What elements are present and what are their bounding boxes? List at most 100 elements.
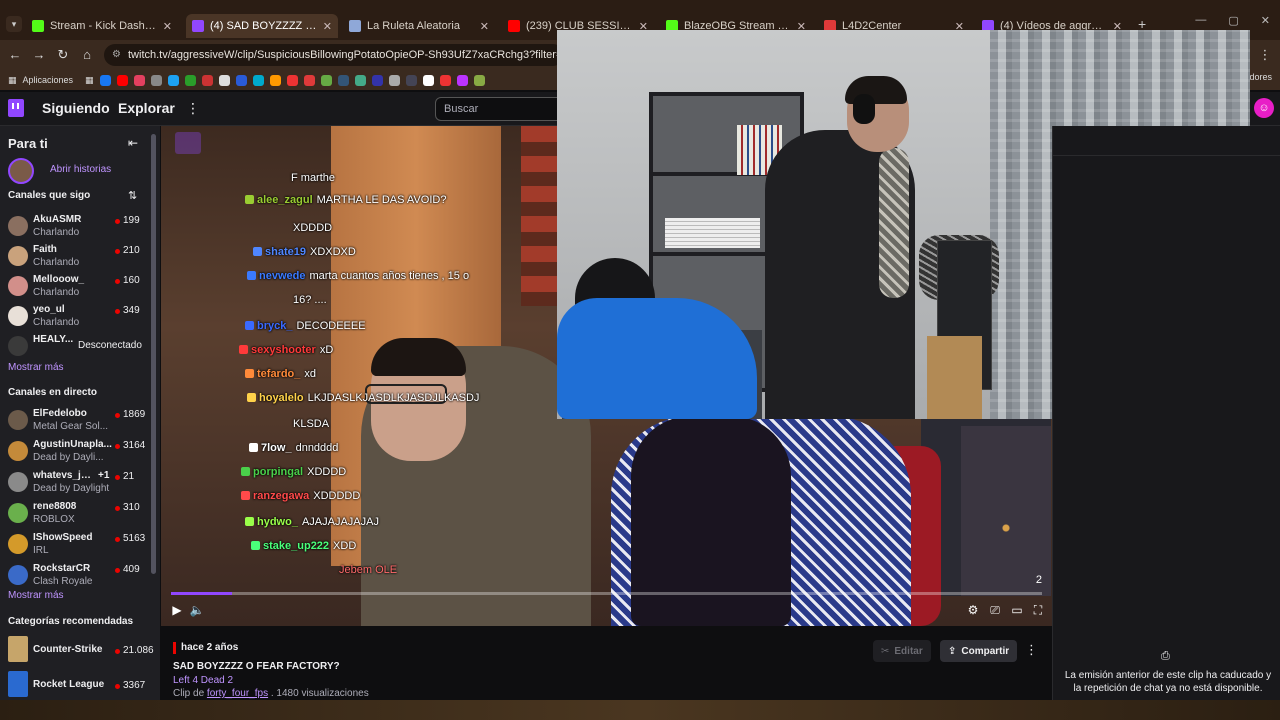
home-icon[interactable]: ⌂	[78, 46, 96, 64]
play-icon[interactable]: ▶	[169, 602, 185, 618]
story-avatar[interactable]	[8, 158, 34, 184]
search-input[interactable]: Buscar	[435, 97, 565, 121]
bookmark-icon[interactable]	[439, 74, 451, 86]
bookmark-instagram-icon[interactable]	[133, 74, 145, 86]
browser-menu-icon[interactable]: ⋮	[1256, 46, 1274, 64]
bookmark-icon[interactable]	[320, 74, 332, 86]
bookmark-facebook-icon[interactable]	[99, 74, 111, 86]
bookmark-icon[interactable]	[337, 74, 349, 86]
recommended-category[interactable]: Rocket League 3367	[8, 671, 154, 701]
chat-badge-icon	[241, 467, 250, 476]
overlay-chat-text: XDDDD	[293, 222, 333, 234]
bookmark-icon[interactable]	[235, 74, 247, 86]
chat-badge-icon	[247, 393, 256, 402]
nav-more-icon[interactable]: ⋮	[186, 100, 200, 117]
edit-clip-button[interactable]: ✂ Editar	[873, 640, 931, 662]
share-button[interactable]: ⇪ Compartir	[940, 640, 1018, 662]
overlay-chat-text: AJAJAJAJAJAJ	[301, 516, 379, 528]
bookmark-icon[interactable]	[201, 74, 213, 86]
apps-grid-icon[interactable]: ▦	[8, 75, 17, 86]
clip-views: . 1480 visualizaciones	[268, 688, 369, 699]
bookmark-icon[interactable]	[218, 74, 230, 86]
browser-tab[interactable]: Stream - Kick Dashboard ✕	[26, 14, 178, 38]
tab-search-icon[interactable]: ▾	[6, 16, 22, 32]
maximize-icon[interactable]: ▢	[1228, 14, 1238, 27]
minimize-icon[interactable]: —	[1195, 14, 1206, 27]
bookmark-icon[interactable]	[405, 74, 417, 86]
site-info-icon[interactable]: ⚙	[112, 44, 121, 66]
sidebar-live-channel[interactable]: rene8808 ROBLOX 310	[8, 499, 154, 529]
close-window-icon[interactable]: ✕	[1261, 14, 1270, 27]
reload-icon[interactable]: ↻	[54, 46, 72, 64]
back-icon[interactable]: ←	[6, 46, 24, 64]
bookmark-apps[interactable]: Aplicaciones	[23, 75, 74, 85]
cast-icon[interactable]: ⎚	[987, 602, 1003, 618]
bookmark-youtube-icon[interactable]	[116, 74, 128, 86]
more-options-icon[interactable]: ⋮	[1025, 642, 1038, 658]
theatre-mode-icon[interactable]: ▭	[1009, 602, 1025, 618]
bookmark-icon[interactable]	[388, 74, 400, 86]
channel-category: Charlando	[33, 317, 80, 328]
bookmark-icon[interactable]	[286, 74, 298, 86]
bookmark-grid-icon[interactable]: ▦	[85, 75, 94, 86]
browser-tab[interactable]: (4) SAD BOYZZZZ O FEAR FACTO ✕	[186, 14, 338, 38]
overlay-chat-text: 16? ....	[293, 294, 327, 306]
channel-category: Charlando	[33, 287, 80, 298]
clip-accent-bar	[173, 642, 176, 654]
bookmark-icon[interactable]	[422, 74, 434, 86]
tab-close-icon[interactable]: ✕	[163, 20, 172, 33]
channel-name: RockstarCR	[33, 563, 91, 574]
chat-badge-icon	[245, 195, 254, 204]
recommended-category[interactable]: Counter-Strike 21.086	[8, 636, 154, 666]
collapse-sidebar-icon[interactable]: ⇤	[128, 136, 138, 150]
url-bar[interactable]: ⚙ twitch.tv/aggressiveW/clip/SuspiciousB…	[104, 44, 564, 66]
user-avatar-icon[interactable]: ☺	[1254, 98, 1274, 118]
bookmark-icon[interactable]	[473, 74, 485, 86]
sidebar-live-channel[interactable]: IShowSpeed IRL 5163	[8, 530, 154, 560]
show-more-live[interactable]: Mostrar más	[8, 590, 64, 601]
sidebar-live-channel[interactable]: ElFedelobo Metal Gear Sol... 1869	[8, 406, 154, 436]
sort-icon[interactable]: ⇅	[128, 189, 137, 202]
sidebar-channel-offline[interactable]: HEALY... Desconectado	[8, 332, 154, 362]
overlay-chat-message: ranzegawa XDDDDD	[241, 490, 360, 502]
twitch-logo-icon[interactable]	[8, 99, 24, 117]
pip-person-arm	[879, 148, 909, 298]
nav-following[interactable]: Siguiendo	[42, 100, 110, 116]
browser-tab[interactable]: La Ruleta Aleatoria ✕	[343, 14, 495, 38]
sidebar-live-channel[interactable]: whatevs_jan... Dead by Daylight +1 21	[8, 468, 154, 498]
bookmark-icon[interactable]	[252, 74, 264, 86]
tab-close-icon[interactable]: ✕	[480, 20, 489, 33]
share-label: Compartir	[961, 645, 1010, 657]
show-more-followed[interactable]: Mostrar más	[8, 362, 64, 373]
bookmark-icon[interactable]	[303, 74, 315, 86]
sidebar-live-channel[interactable]: AgustinUnapla... Dead by Dayli... 3164	[8, 437, 154, 467]
bookmark-icon[interactable]	[371, 74, 383, 86]
stream-overlay-logo-icon	[175, 132, 201, 154]
forward-icon[interactable]: →	[30, 46, 48, 64]
bookmark-icon[interactable]	[354, 74, 366, 86]
volume-icon[interactable]: 🔈	[189, 602, 205, 618]
open-stories-link[interactable]: Abrir historias	[50, 164, 111, 175]
sidebar-channel[interactable]: yeo_ul Charlando 349	[8, 302, 154, 332]
sidebar-live-channel[interactable]: RockstarCR Clash Royale 409	[8, 561, 154, 591]
clip-game-link[interactable]: Left 4 Dead 2	[173, 675, 233, 686]
tab-close-icon[interactable]: ✕	[323, 20, 332, 33]
bookmark-icon[interactable]	[167, 74, 179, 86]
clip-title: SAD BOYZZZZ O FEAR FACTORY?	[173, 661, 340, 672]
clip-author-link[interactable]: forty_four_fps	[207, 688, 268, 699]
overlay-chat-user: porpingal	[253, 466, 304, 478]
sidebar-scrollbar[interactable]	[151, 134, 156, 574]
bookmark-icon[interactable]	[269, 74, 281, 86]
nav-browse[interactable]: Explorar	[118, 100, 175, 116]
sidebar-channel[interactable]: Mellooow_ Charlando 160	[8, 272, 154, 302]
chat-badge-icon	[247, 271, 256, 280]
sidebar-channel[interactable]: Faith Charlando 210	[8, 242, 154, 272]
bookmark-icon[interactable]	[184, 74, 196, 86]
sidebar-channel[interactable]: AkuASMR Charlando 199	[8, 212, 154, 242]
fullscreen-icon[interactable]: ⛶	[1030, 602, 1046, 618]
bookmark-icon[interactable]	[456, 74, 468, 86]
overlay-chat-user: 7low_	[261, 442, 292, 454]
video-progress-bar[interactable]	[171, 592, 1042, 595]
bookmark-icon[interactable]	[150, 74, 162, 86]
settings-gear-icon[interactable]: ⚙	[965, 602, 981, 618]
